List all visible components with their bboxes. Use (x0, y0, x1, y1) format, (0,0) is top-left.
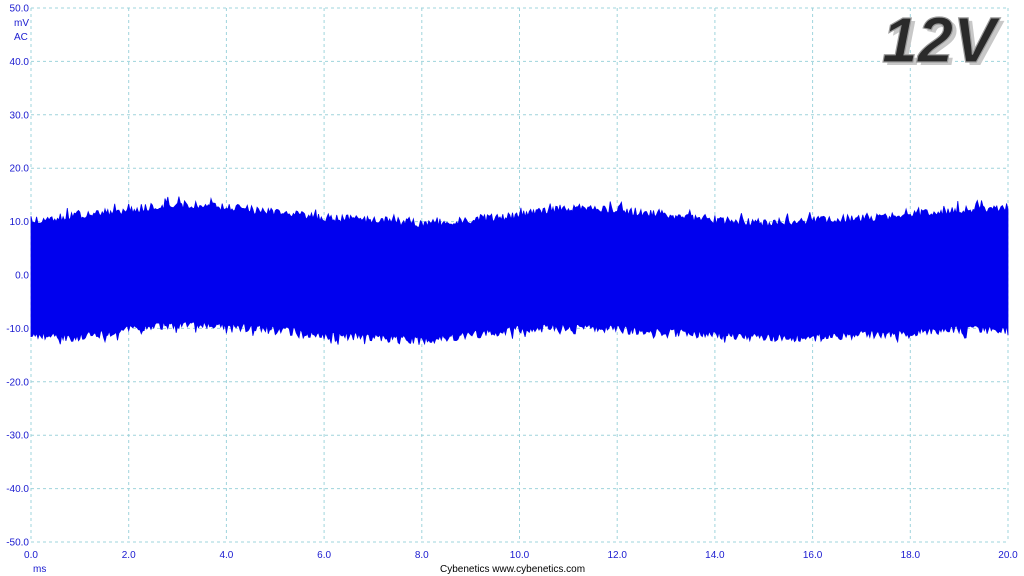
x-tick-label: 12.0 (607, 550, 627, 561)
x-tick-label: 0.0 (24, 550, 38, 561)
y-coupling-label: AC (14, 32, 28, 43)
y-tick-label: -20.0 (6, 377, 29, 388)
y-tick-label: -40.0 (6, 484, 29, 495)
x-tick-label: 4.0 (219, 550, 233, 561)
x-tick-label: 8.0 (415, 550, 429, 561)
x-tick-label: 20.0 (998, 550, 1018, 561)
x-unit-label: ms (33, 564, 46, 575)
y-unit-label: mV (14, 18, 29, 29)
y-tick-label: 10.0 (10, 217, 30, 228)
x-tick-label: 14.0 (705, 550, 725, 561)
y-tick-label: 0.0 (15, 271, 29, 282)
y-tick-label: 20.0 (10, 164, 30, 175)
series-noise-band (30, 196, 1009, 346)
y-tick-label: 30.0 (10, 110, 30, 121)
footer-credit: Cybenetics www.cybenetics.com (440, 564, 585, 575)
x-tick-label: 16.0 (803, 550, 823, 561)
voltage-rail-title: 12V (882, 4, 1001, 76)
y-tick-label: 50.0 (10, 4, 30, 15)
x-tick-label: 2.0 (122, 550, 136, 561)
y-tick-label: 40.0 (10, 57, 30, 68)
x-tick-labels: 0.0 2.0 4.0 6.0 8.0 10.0 12.0 14.0 16.0 18.0 20.0 (24, 550, 1018, 561)
x-tick-label: 6.0 (317, 550, 331, 561)
y-tick-label: -50.0 (6, 538, 29, 549)
x-tick-label: 18.0 (901, 550, 921, 561)
oscilloscope-chart: 50.0 40.0 30.0 20.0 10.0 0.0 -10.0 -20.0 -30.0 -4… (6, 3, 1018, 575)
plot-area (30, 196, 1009, 346)
y-tick-label: -10.0 (6, 324, 29, 335)
y-tick-labels: 50.0 40.0 30.0 20.0 10.0 0.0 -10.0 -20.0 -30.0 -4… (6, 4, 29, 549)
x-tick-label: 10.0 (510, 550, 530, 561)
y-tick-label: -30.0 (6, 431, 29, 442)
